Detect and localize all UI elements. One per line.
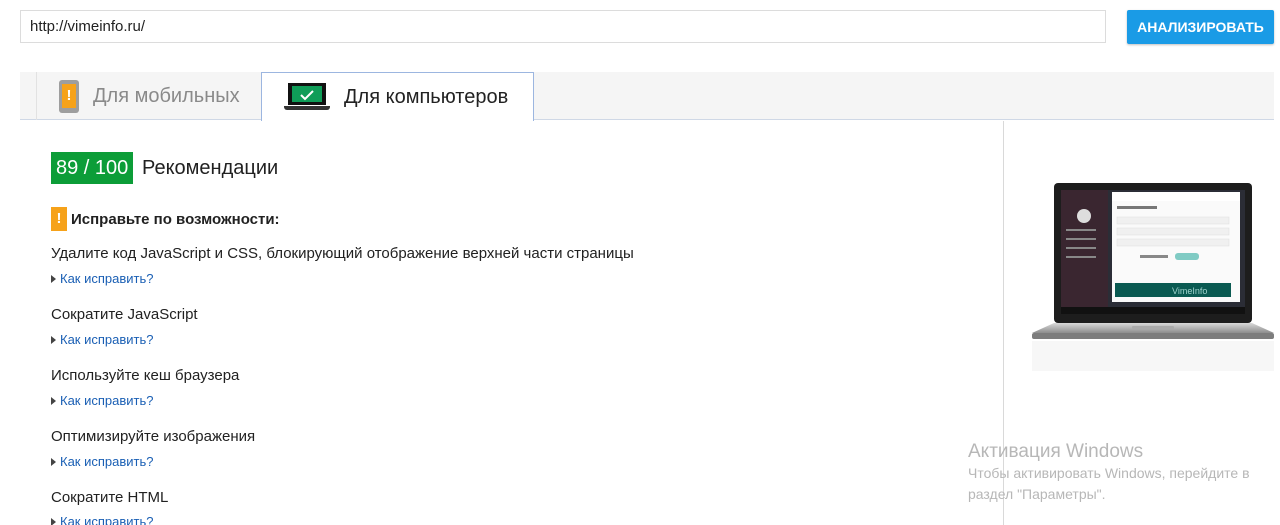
tab-mobile[interactable]: ! Для мобильных [36, 72, 261, 120]
how-to-fix-label: Как исправить? [60, 514, 154, 525]
rule-title: Используйте кеш браузера [51, 367, 240, 384]
windows-activation-text: Чтобы активировать Windows, перейдите в … [968, 463, 1268, 505]
how-to-fix-link[interactable]: Как исправить? [51, 393, 154, 408]
laptop-check-icon [284, 83, 330, 111]
rule-title: Удалите код JavaScript и CSS, блокирующи… [51, 245, 634, 262]
fix-heading: Исправьте по возможности: [71, 211, 280, 228]
expand-triangle-icon [51, 274, 56, 283]
rule-title: Сократите JavaScript [51, 306, 198, 323]
recommendations-title: Рекомендации [142, 157, 279, 179]
preview-site-name: VimeInfo [1172, 286, 1207, 296]
tab-bar: ! Для мобильных Для компьютеров [20, 72, 1274, 121]
phone-warning-icon: ! [59, 79, 79, 113]
tab-desktop-label: Для компьютеров [344, 85, 509, 108]
tab-mobile-label: Для мобильных [93, 84, 240, 107]
url-input[interactable] [20, 10, 1106, 43]
expand-triangle-icon [51, 396, 56, 405]
rule-title: Сократите HTML [51, 489, 169, 506]
how-to-fix-label: Как исправить? [60, 393, 154, 408]
how-to-fix-link[interactable]: Как исправить? [51, 271, 154, 286]
windows-activation-title: Активация Windows [968, 441, 1144, 462]
analyze-button[interactable]: АНАЛИЗИРОВАТЬ [1127, 10, 1274, 44]
score-badge: 89 / 100 [51, 152, 134, 184]
desktop-preview-image: VimeInfo [1032, 183, 1274, 371]
how-to-fix-label: Как исправить? [60, 271, 154, 286]
how-to-fix-link[interactable]: Как исправить? [51, 332, 154, 347]
rule-title: Оптимизируйте изображения [51, 428, 256, 445]
expand-triangle-icon [51, 457, 56, 466]
how-to-fix-link[interactable]: Как исправить? [51, 514, 154, 525]
windows-activation-line: Чтобы активировать Windows, перейдите в [968, 465, 1250, 481]
windows-activation-line: раздел "Параметры". [968, 486, 1106, 502]
how-to-fix-link[interactable]: Как исправить? [51, 454, 154, 469]
pagespeed-page: АНАЛИЗИРОВАТЬ ! Для мобильных Для компью… [0, 0, 1280, 525]
expand-triangle-icon [51, 517, 56, 525]
how-to-fix-label: Как исправить? [60, 454, 154, 469]
expand-triangle-icon [51, 335, 56, 344]
tab-desktop[interactable]: Для компьютеров [261, 72, 534, 121]
warning-icon: ! [51, 207, 67, 231]
how-to-fix-label: Как исправить? [60, 332, 154, 347]
